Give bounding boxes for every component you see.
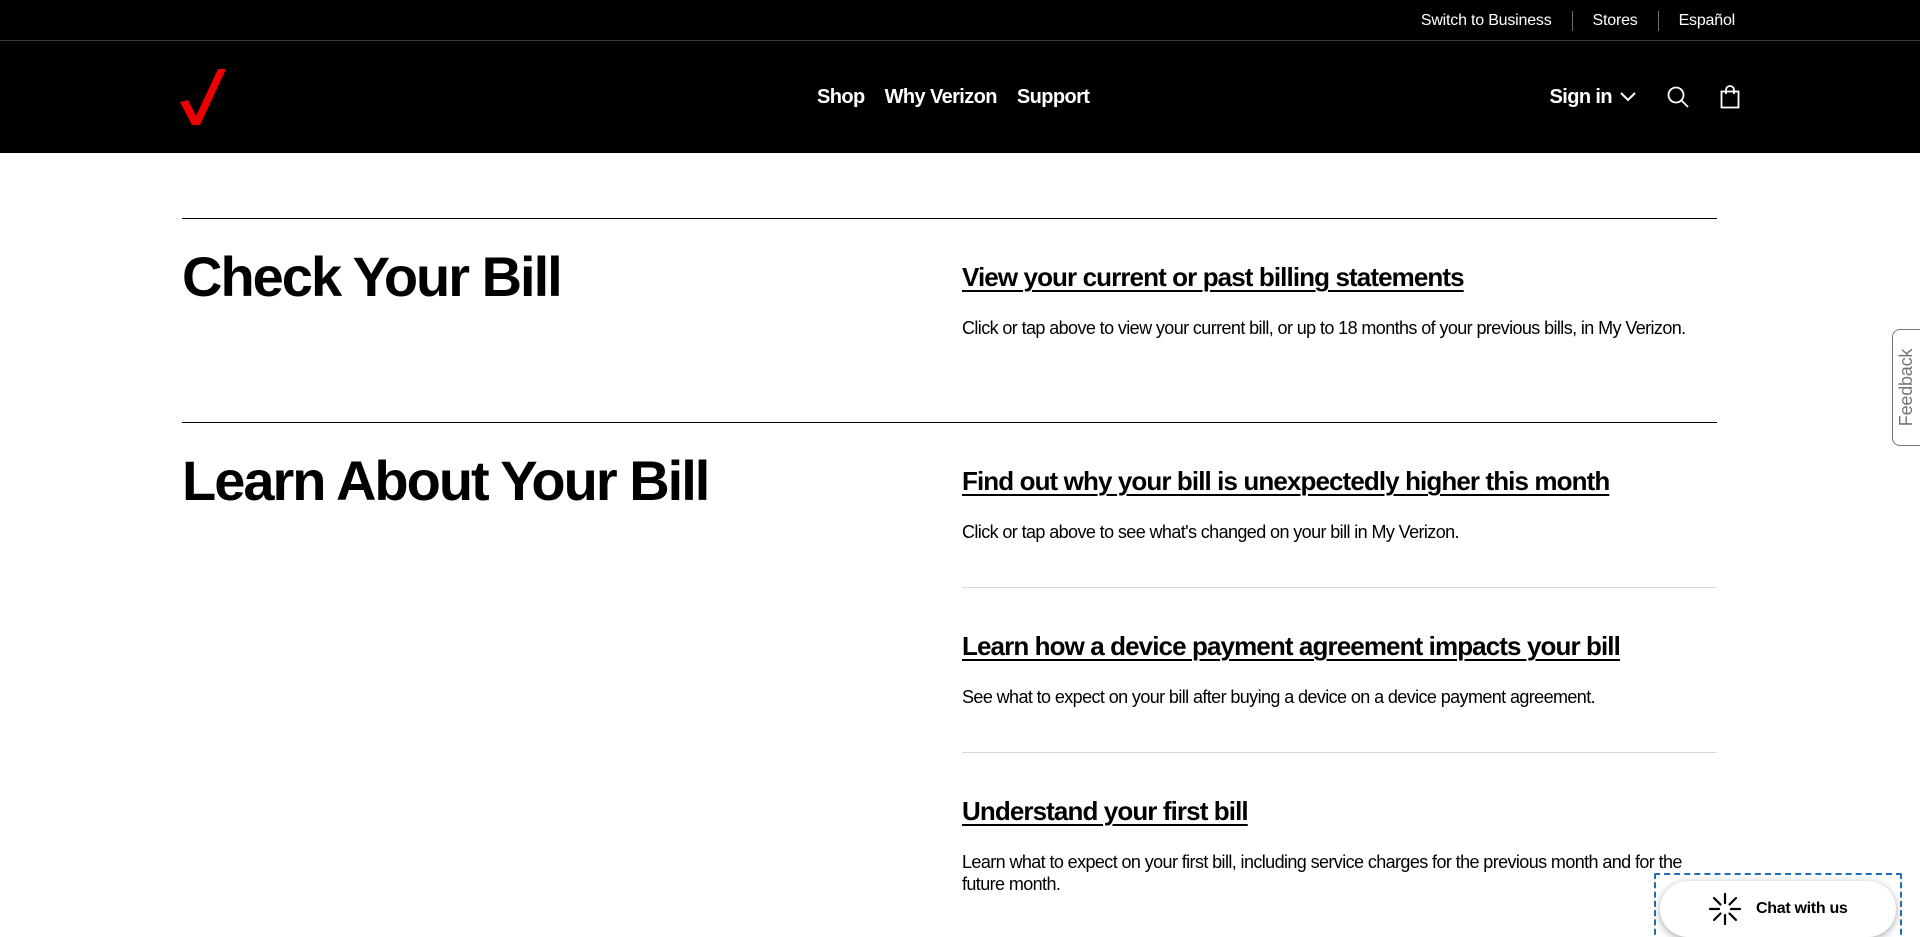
feedback-tab[interactable]: Feedback bbox=[1892, 329, 1920, 446]
chat-label: Chat with us bbox=[1756, 900, 1848, 917]
nav-support[interactable]: Support bbox=[1017, 86, 1090, 109]
header-actions: Sign in bbox=[1550, 41, 1740, 153]
device-payment-link[interactable]: Learn how a device payment agreement imp… bbox=[962, 630, 1621, 662]
primary-nav: Shop Why Verizon Support bbox=[817, 41, 1090, 153]
list-item: Find out why your bill is unexpectedly h… bbox=[962, 423, 1717, 587]
list-item: Understand your first bill Learn what to… bbox=[962, 752, 1717, 937]
first-bill-link[interactable]: Understand your first bill bbox=[962, 795, 1249, 827]
checkmark-logo-icon bbox=[180, 69, 226, 125]
section-title: Check Your Bill bbox=[182, 245, 563, 308]
stores-link[interactable]: Stores bbox=[1571, 10, 1658, 31]
sign-in-button[interactable]: Sign in bbox=[1550, 86, 1636, 109]
chat-burst-icon bbox=[1708, 892, 1742, 926]
chevron-down-icon bbox=[1620, 92, 1636, 102]
utility-bar: Switch to Business Stores Español bbox=[0, 0, 1920, 41]
espanol-link[interactable]: Español bbox=[1657, 10, 1735, 31]
view-billing-statements-link[interactable]: View your current or past billing statem… bbox=[962, 261, 1465, 293]
utility-links: Switch to Business Stores Español bbox=[1401, 0, 1735, 41]
link-description: Learn what to expect on your first bill,… bbox=[962, 852, 1682, 894]
main-header: Shop Why Verizon Support Sign in bbox=[0, 41, 1920, 153]
link-description: See what to expect on your bill after bu… bbox=[962, 687, 1596, 707]
list-item: Learn how a device payment agreement imp… bbox=[962, 587, 1717, 752]
main-content: Check Your Bill View your current or pas… bbox=[182, 218, 1717, 937]
search-icon bbox=[1667, 86, 1689, 108]
feedback-label: Feedback bbox=[1896, 348, 1917, 427]
section-links: Find out why your bill is unexpectedly h… bbox=[962, 423, 1717, 937]
cart-button[interactable] bbox=[1720, 85, 1740, 109]
link-description: Click or tap above to see what's changed… bbox=[962, 522, 1460, 542]
section-title: Learn About Your Bill bbox=[182, 449, 710, 512]
search-button[interactable] bbox=[1666, 85, 1690, 109]
nav-shop[interactable]: Shop bbox=[817, 86, 865, 109]
section-links: View your current or past billing statem… bbox=[962, 219, 1717, 383]
verizon-logo[interactable] bbox=[180, 69, 226, 125]
switch-to-business-link[interactable]: Switch to Business bbox=[1401, 11, 1572, 31]
list-item: View your current or past billing statem… bbox=[962, 219, 1717, 383]
learn-about-your-bill-section: Learn About Your Bill Find out why your … bbox=[182, 422, 1717, 937]
nav-why-verizon[interactable]: Why Verizon bbox=[885, 86, 998, 109]
shopping-bag-icon bbox=[1720, 85, 1740, 109]
chat-with-us-button[interactable]: Chat with us bbox=[1660, 881, 1896, 937]
check-your-bill-section: Check Your Bill View your current or pas… bbox=[182, 218, 1717, 383]
bill-higher-link[interactable]: Find out why your bill is unexpectedly h… bbox=[962, 465, 1610, 497]
link-description: Click or tap above to view your current … bbox=[962, 318, 1686, 338]
sign-in-label: Sign in bbox=[1549, 85, 1613, 108]
